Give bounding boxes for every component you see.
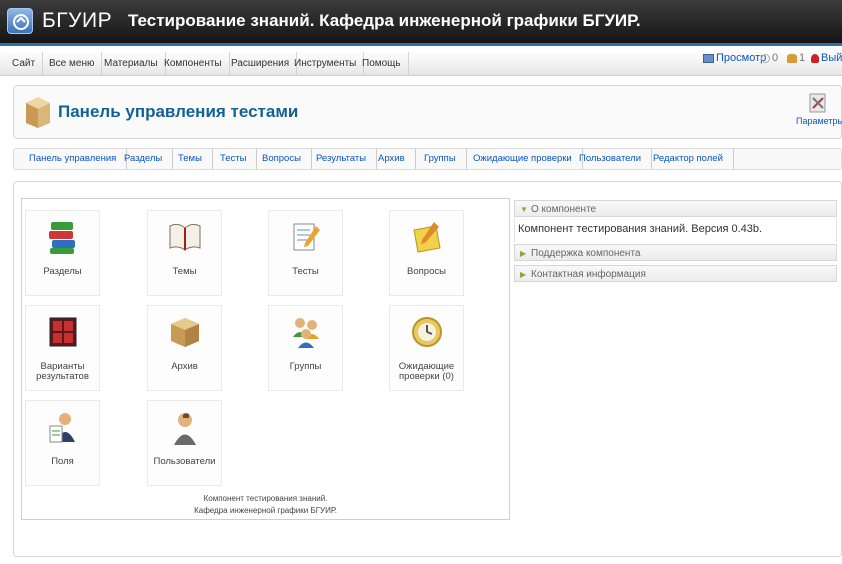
tile-sections[interactable]: Разделы [25, 210, 100, 296]
component-box-icon [24, 95, 52, 132]
preview-icon [703, 53, 714, 63]
cardboard-box-icon [170, 318, 199, 347]
main-menu-bar: Сайт Все меню Материалы Компоненты Расши… [0, 52, 842, 76]
tab-topics[interactable]: Темы [178, 149, 213, 169]
tile-label: Вопросы [407, 266, 446, 277]
component-subnav: Панель управления Разделы Темы Тесты Воп… [13, 148, 842, 170]
tab-control-panel[interactable]: Панель управления [29, 149, 128, 169]
parameters-button[interactable]: Параметры [796, 92, 842, 126]
about-component-title: О компоненте [531, 204, 597, 215]
tab-results[interactable]: Результаты [316, 149, 378, 169]
tab-groups[interactable]: Группы [424, 149, 467, 169]
preview-link[interactable]: Просмотр [703, 52, 766, 64]
support-component-title: Поддержка компонента [531, 248, 641, 259]
collapsed-arrow-icon: ▶ [520, 249, 527, 258]
menu-item-tools[interactable]: Инструменты [287, 52, 365, 76]
tile-label: Группы [289, 361, 322, 372]
group-people-icon [292, 318, 319, 348]
contact-info-title: Контактная информация [531, 269, 646, 280]
tile-label: Архив [171, 361, 198, 372]
tab-users[interactable]: Пользователи [579, 149, 653, 169]
tile-archive[interactable]: Архив [147, 305, 222, 391]
tile-label: Поля [51, 456, 74, 467]
toolbar-box: Панель управления тестами Параметры [13, 85, 842, 139]
contact-info-header[interactable]: ▶ Контактная информация [514, 265, 837, 282]
user-form-icon [49, 413, 75, 443]
site-title: Тестирование знаний. Кафедра инженерной … [128, 11, 641, 30]
footer-line-1: Компонент тестирования знаний. [203, 494, 328, 503]
menu-item-site[interactable]: Сайт [5, 52, 44, 76]
component-footer: Компонент тестирования знаний. Кафедра и… [22, 493, 509, 517]
tile-label: Разделы [43, 266, 82, 277]
tile-label: Варианты результатов [36, 361, 89, 382]
tile-tests[interactable]: Тесты [268, 210, 343, 296]
notepad-pencil-icon [293, 223, 320, 251]
messages-count-value: 0 [772, 52, 779, 64]
tile-label: Пользователи [153, 456, 216, 467]
menu-item-components[interactable]: Компоненты [157, 52, 230, 76]
about-component-header[interactable]: ▼ О компоненте [514, 200, 837, 217]
tile-result-variants[interactable]: Варианты результатов [25, 305, 100, 391]
tile-groups[interactable]: Группы [268, 305, 343, 391]
users-online-icon [787, 53, 797, 63]
tile-questions[interactable]: Вопросы [389, 210, 464, 296]
tab-questions[interactable]: Вопросы [262, 149, 312, 169]
yellow-notepad-icon [412, 222, 441, 253]
tab-pending-checks[interactable]: Ожидающие проверки [473, 149, 583, 169]
clock-icon [411, 317, 442, 347]
users-online-count: 1 [787, 52, 805, 64]
tile-users[interactable]: Пользователи [147, 400, 222, 486]
menu-item-all-menus[interactable]: Все меню [42, 52, 103, 76]
red-board-icon [49, 317, 76, 347]
expanded-arrow-icon: ▼ [520, 205, 528, 214]
menu-item-help[interactable]: Помощь [355, 52, 409, 76]
tab-archive[interactable]: Архив [378, 149, 416, 169]
tile-label: Ожидающие проверки (0) [398, 361, 455, 382]
parameters-label: Параметры [796, 116, 842, 126]
tab-sections[interactable]: Разделы [124, 149, 174, 169]
user-icon [173, 413, 196, 445]
tile-topics[interactable]: Темы [147, 210, 222, 296]
messages-count[interactable]: 0 [761, 52, 778, 64]
control-panel-grid: Разделы Темы Тесты Вопросы Варианты резу… [21, 198, 510, 520]
brand-name: БГУИР [42, 9, 113, 32]
footer-line-2: Кафедра инженерной графики БГУИР. [194, 506, 337, 515]
menu-item-content[interactable]: Материалы [97, 52, 166, 76]
tab-tests[interactable]: Тесты [220, 149, 258, 169]
parameters-icon [809, 93, 826, 113]
support-component-header[interactable]: ▶ Поддержка компонента [514, 244, 837, 261]
preview-label: Просмотр [716, 52, 767, 64]
tile-label: Темы [172, 266, 197, 277]
page-title: Панель управления тестами [58, 102, 299, 121]
tile-pending-checks[interactable]: Ожидающие проверки (0) [389, 305, 464, 391]
open-book-icon [169, 223, 200, 251]
users-online-value: 1 [799, 52, 806, 64]
about-component-body: Компонент тестирования знаний. Версия 0.… [514, 218, 837, 242]
logout-link[interactable]: Выйти [811, 52, 842, 64]
collapsed-arrow-icon: ▶ [520, 270, 527, 279]
logout-label: Выйти [821, 52, 842, 64]
joomla-logo-icon[interactable] [7, 8, 33, 34]
tab-field-editor[interactable]: Редактор полей [653, 149, 734, 169]
messages-icon [761, 53, 770, 63]
tile-label: Тесты [292, 266, 319, 277]
books-icon [48, 222, 75, 254]
tile-fields[interactable]: Поля [25, 400, 100, 486]
logout-icon [811, 53, 819, 63]
top-header-bar: БГУИР Тестирование знаний. Кафедра инжен… [0, 0, 842, 46]
